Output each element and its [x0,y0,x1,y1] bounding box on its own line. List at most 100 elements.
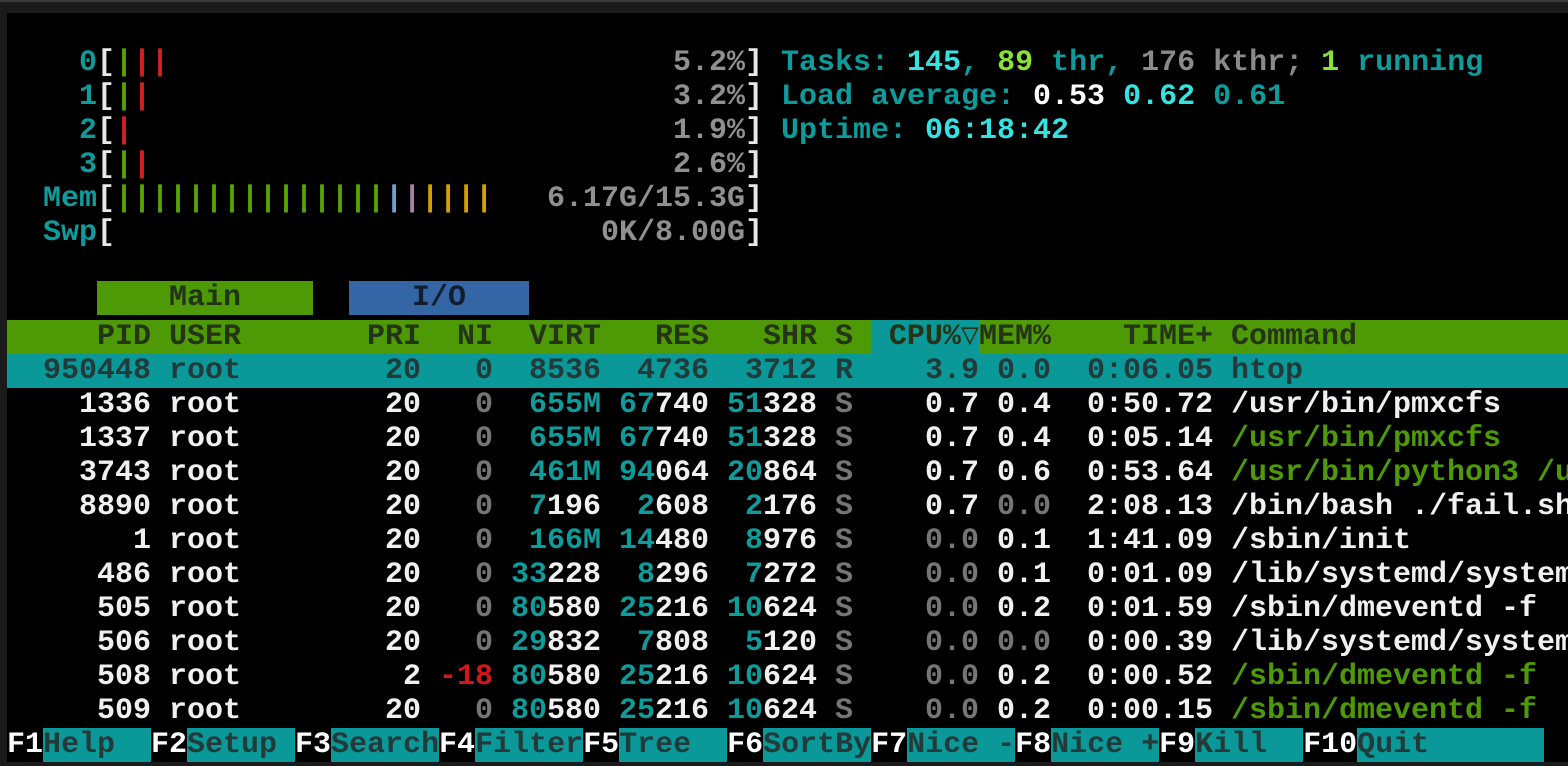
cell-shr: 10624 [727,592,817,626]
cell-text: 20 [385,592,421,626]
fn-kill[interactable]: F9Kill [1159,728,1303,762]
mem-digit-group: 655M [529,388,601,422]
process-row-pid-486[interactable]: 486root2003322882967272S0.00.10:01.09/li… [7,558,1568,592]
state-letter: S [835,626,853,660]
cell-text: root [169,422,241,456]
cell-text: 0:01.09 [1087,558,1213,592]
column-gap [817,320,835,354]
mem-digit-group: 7 [745,558,763,592]
tab-main[interactable]: Main [97,281,313,315]
mem-digit-group: 808 [655,626,709,660]
cell-ni: 0 [439,626,493,660]
column-gap [421,694,439,728]
column-gap [349,320,367,354]
meter-label: Mem [7,182,97,216]
cell-cmd: /usr/bin/pmxcfs [1231,422,1568,456]
cell-user: root [169,354,349,388]
cell-cmd: /sbin/dmeventd -f [1231,592,1568,626]
cpu-percent: 0.7 [925,456,979,490]
column-gap [421,456,439,490]
column-header-cmd[interactable]: Command [1231,320,1568,354]
meter-bar-segment-yellow: |||| [421,182,493,216]
cell-cpu: 0.0 [871,660,979,694]
command-text: /sbin/dmeventd -f [1231,694,1537,728]
process-row-pid-3743[interactable]: 3743root200461M9406420864S0.70.60:53.64/… [7,456,1568,490]
process-row-pid-1336[interactable]: 1336root200655M6774051328S0.70.40:50.72/… [7,388,1568,422]
cell-s: S [835,626,853,660]
column-header-ni[interactable]: NI [439,320,493,354]
meter-bar-segment-purple: | [403,182,421,216]
cell-mem: 0.0 [979,354,1051,388]
cell-res: 8296 [619,558,709,592]
column-gap [349,388,367,422]
fn-tree[interactable]: F5Tree [583,728,727,762]
tab-gap [313,281,349,315]
mem-digit-group: 120 [763,626,817,660]
process-row-pid-8890[interactable]: 8890root200719626082176S0.70.02:08.13/bi… [7,490,1568,524]
column-gap [151,694,169,728]
column-header-cpu[interactable]: CPU%▽ [871,320,979,354]
column-header-res[interactable]: RES [619,320,709,354]
cell-time: 0:05.14 [1069,422,1213,456]
fn-filter[interactable]: F4Filter [439,728,583,762]
fn-search[interactable]: F3Search [295,728,439,762]
column-gap [421,354,439,388]
column-header-pid[interactable]: PID [7,320,151,354]
process-row-pid-1337[interactable]: 1337root200655M6774051328S0.70.40:05.14/… [7,422,1568,456]
column-header-s[interactable]: S [835,320,853,354]
command-text: /usr/bin/python3 /u [1231,456,1568,490]
cpu-percent: 0.0 [925,660,979,694]
process-row-pid-509[interactable]: 509root200805802521610624S0.00.20:00.15/… [7,694,1568,728]
column-gap [493,422,511,456]
column-gap [601,558,619,592]
fn-nice[interactable]: F7Nice - [871,728,1015,762]
fn-help[interactable]: F1Help [7,728,151,762]
column-header-time[interactable]: TIME+ [1069,320,1213,354]
column-gap [1213,592,1231,626]
cell-s: S [835,694,853,728]
process-row-pid-950448[interactable]: 950448root200853647363712R3.90.00:06.05h… [7,354,1568,388]
fn-nice[interactable]: F8Nice + [1015,728,1159,762]
fn-sortby[interactable]: F6SortBy [727,728,871,762]
cell-cmd: /lib/systemd/system [1231,558,1568,592]
mem-digit-group: 228 [547,558,601,592]
cpu-percent: 0.0 [925,592,979,626]
cell-user: root [169,388,349,422]
cell-text: 2 [403,660,421,694]
cell-text: 20 [385,694,421,728]
column-header-virt[interactable]: VIRT [511,320,601,354]
column-gap [853,626,871,660]
process-row-pid-505[interactable]: 505root200805802521610624S0.00.20:01.59/… [7,592,1568,626]
cell-text: root [169,354,241,388]
cell-user: root [169,456,349,490]
fn-quit[interactable]: F10Quit [1303,728,1544,762]
meter-label: Swp [7,216,97,250]
column-header-user[interactable]: USER [169,320,349,354]
process-row-pid-1[interactable]: 1root200166M144808976S0.00.11:41.09/sbin… [7,524,1568,558]
cell-text: 0:00.52 [1087,660,1213,694]
mem-digit-group: 480 [655,524,709,558]
column-header-shr[interactable]: SHR [727,320,817,354]
cell-ni: 0 [439,456,493,490]
mem-percent: 0.2 [997,592,1051,626]
meter-value: 0K/8.00G [601,216,745,250]
cell-text: 0:00.15 [1087,694,1213,728]
column-header-pri[interactable]: PRI [367,320,421,354]
screen-tabs: Main I/O [7,281,529,315]
column-gap [601,490,619,524]
process-row-pid-508[interactable]: 508root2-18805802521610624S0.00.20:00.52… [7,660,1568,694]
cell-virt: 8536 [511,354,601,388]
cell-text: 20 [385,524,421,558]
cell-res: 7808 [619,626,709,660]
column-header-mem[interactable]: MEM% [979,320,1051,354]
column-gap [709,660,727,694]
cell-text: 1337 [79,422,151,456]
column-gap [853,354,871,388]
tasks-summary-segment: ; [1285,46,1321,80]
meter-value: 1.9% [673,114,745,148]
tab-io[interactable]: I/O [349,281,529,315]
column-gap [493,558,511,592]
fn-setup[interactable]: F2Setup [151,728,295,762]
process-row-pid-506[interactable]: 506root2002983278085120S0.00.00:00.39/li… [7,626,1568,660]
cpu-percent: 0.0 [925,558,979,592]
